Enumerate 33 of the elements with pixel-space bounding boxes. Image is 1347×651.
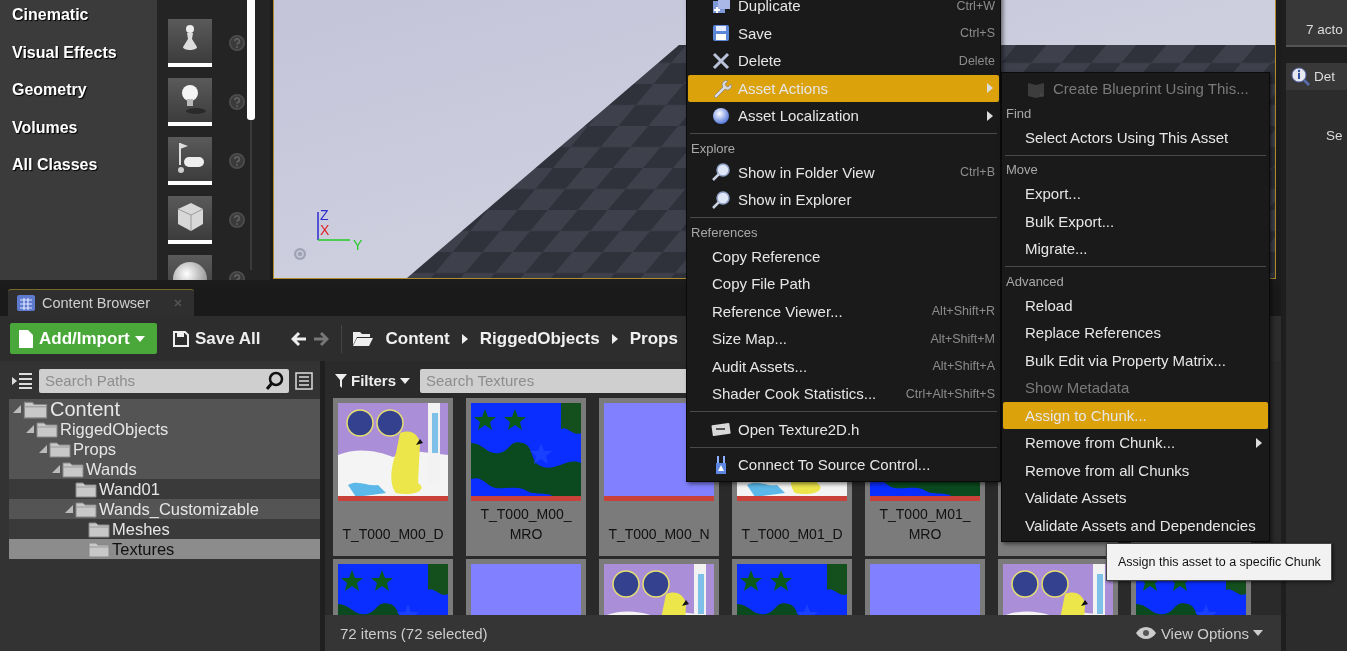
asset-name: T_T000_M00_N <box>607 525 711 544</box>
menu-section-header: Advanced <box>1006 273 1064 289</box>
shortcut-text: Ctrl+B <box>958 165 995 180</box>
folder-label: Textures <box>112 539 175 559</box>
folder-label: Props <box>73 439 117 459</box>
shortcut-text: Ctrl+Alt+Shift+S <box>904 386 995 401</box>
shortcut-text: Alt+Shift+M <box>929 331 995 346</box>
folder-label: Content <box>50 397 121 421</box>
axis-label: X <box>320 222 330 238</box>
status-text: 72 items (72 selected) <box>340 624 488 642</box>
tooltip-text: Assign this asset to a specific Chunk <box>1118 555 1321 569</box>
folder-label: Wand01 <box>99 479 160 499</box>
shortcut-text: Alt+Shift+A <box>931 359 995 374</box>
shortcut-text: Ctrl+W <box>955 0 995 13</box>
details-text: Se <box>1326 128 1343 143</box>
axis-label: Y <box>353 237 363 253</box>
asset-name: T_T000_M01_D <box>740 525 844 544</box>
menu-section-header: Explore <box>691 140 736 156</box>
menu-section-header: References <box>691 224 758 240</box>
asset-name: T_T000_M00_MRO <box>479 505 573 544</box>
folder-label: Meshes <box>112 519 170 539</box>
shortcut-text: Delete <box>957 53 995 68</box>
actor-count: 7 acto <box>1306 22 1343 37</box>
folder-label: Wands_Customizable <box>99 499 259 519</box>
folder-label: RiggedObjects <box>60 419 169 439</box>
menu-section-header: Find <box>1006 105 1032 121</box>
menu-section-header: Move <box>1006 162 1038 177</box>
shortcut-text: Alt+Shift+R <box>930 304 995 319</box>
shortcut-text: Ctrl+S <box>958 26 995 41</box>
asset-name: T_T000_M00_D <box>341 525 445 544</box>
folder-label: Wands <box>86 459 137 479</box>
axis-label: Z <box>320 207 329 223</box>
asset-name: T_T000_M01_MRO <box>878 505 972 544</box>
